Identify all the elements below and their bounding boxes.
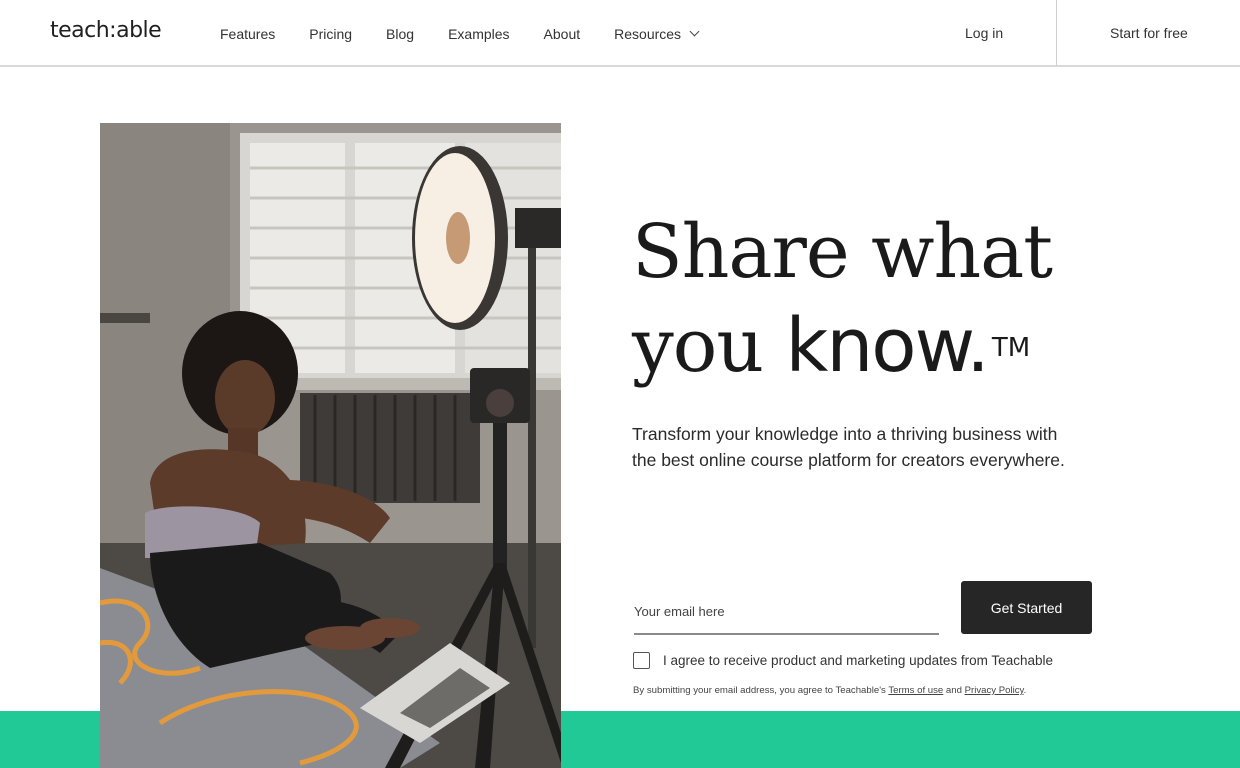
consent-row: I agree to receive product and marketing… <box>633 652 1053 669</box>
nav-links: Features Pricing Blog Examples About Res… <box>220 0 732 67</box>
nav-examples[interactable]: Examples <box>448 26 509 42</box>
nav-pricing[interactable]: Pricing <box>309 26 352 42</box>
get-started-button[interactable]: Get Started <box>961 581 1092 634</box>
privacy-policy-link[interactable]: Privacy Policy <box>965 685 1024 696</box>
nav-divider <box>1056 0 1057 66</box>
login-link[interactable]: Log in <box>965 25 1003 41</box>
legal-prefix: By submitting your email address, you ag… <box>633 685 889 696</box>
chevron-down-icon <box>689 26 700 37</box>
nav-about[interactable]: About <box>544 26 581 42</box>
consent-label: I agree to receive product and marketing… <box>663 653 1053 668</box>
headline-you: you <box>632 303 786 389</box>
nav-resources-label: Resources <box>614 25 682 42</box>
legal-suffix: . <box>1023 685 1027 696</box>
email-input[interactable] <box>634 593 939 635</box>
nav-features[interactable]: Features <box>220 26 275 42</box>
nav-resources[interactable]: Resources <box>614 25 700 42</box>
legal-notice: By submitting your email address, you ag… <box>633 685 1026 696</box>
logo[interactable]: teach:able <box>50 18 162 43</box>
terms-of-use-link[interactable]: Terms of use <box>888 685 943 696</box>
nav-blog[interactable]: Blog <box>386 26 414 42</box>
legal-and: and <box>943 685 965 696</box>
hero-subtitle: Transform your knowledge into a thriving… <box>632 424 1065 470</box>
consent-checkbox[interactable] <box>633 652 650 669</box>
trademark-mark: TM <box>991 333 1031 363</box>
hero-headline: Share what you know. TM <box>632 205 1102 393</box>
headline-know: know. <box>785 303 990 389</box>
headline-line1: Share what <box>632 209 1053 295</box>
hero-photo <box>100 123 561 768</box>
start-for-free-button[interactable]: Start for free <box>1110 25 1188 41</box>
top-nav: teach:able Features Pricing Blog Example… <box>0 0 1240 67</box>
